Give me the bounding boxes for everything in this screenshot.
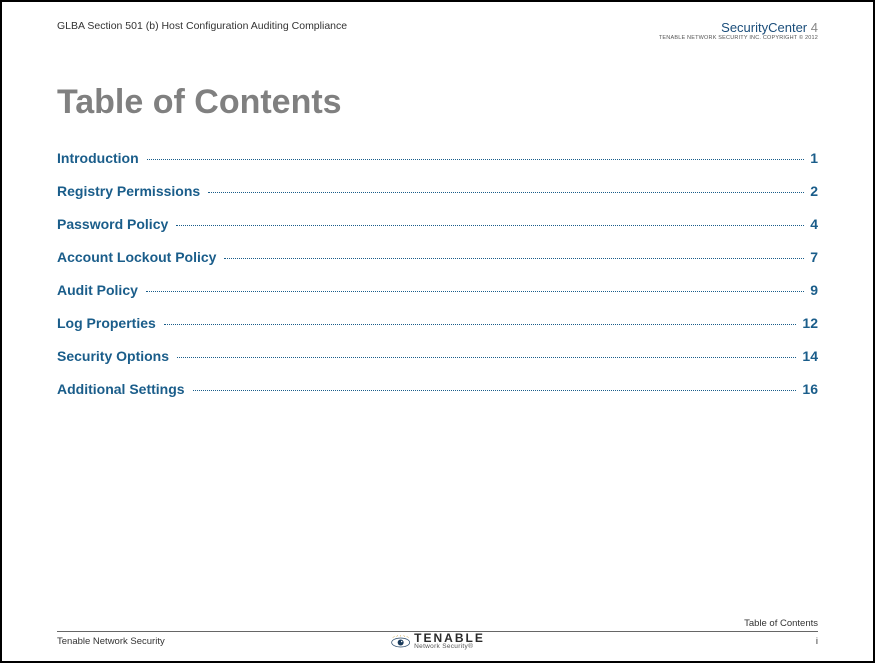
toc-label: Password Policy [57,216,174,232]
toc-leader [177,357,796,358]
page-footer: Table of Contents Tenable Network Securi… [57,618,818,647]
eye-icon [390,635,410,648]
logo-sub: Network Security® [414,644,473,651]
toc-page-number: 14 [798,348,818,364]
toc-label: Log Properties [57,315,162,331]
brand-block: SecurityCenter 4 TENABLE NETWORK SECURIT… [659,20,818,41]
toc-leader [193,390,797,391]
toc-entry[interactable]: Log Properties 12 [57,315,818,331]
page-header: GLBA Section 501 (b) Host Configuration … [57,20,818,41]
toc-page-number: 9 [806,282,818,298]
toc-label: Account Lockout Policy [57,249,222,265]
toc-page-number: 1 [806,150,818,166]
brand-version: 4 [811,20,818,35]
toc-page-number: 2 [806,183,818,199]
toc-entry[interactable]: Additional Settings 16 [57,381,818,397]
toc-page-number: 4 [806,216,818,232]
toc-leader [176,225,804,226]
toc-entry[interactable]: Security Options 14 [57,348,818,364]
toc-label: Security Options [57,348,175,364]
toc-page-number: 12 [798,315,818,331]
toc-entry[interactable]: Account Lockout Policy 7 [57,249,818,265]
toc-entry[interactable]: Registry Permissions 2 [57,183,818,199]
toc-label: Audit Policy [57,282,144,298]
page-title: Table of Contents [57,83,818,122]
toc-leader [164,324,797,325]
toc-label: Introduction [57,150,145,166]
footer-page-number: i [816,636,818,647]
toc-leader [224,258,804,259]
toc-leader [147,159,805,160]
toc-page-number: 16 [798,381,818,397]
toc-entry[interactable]: Introduction 1 [57,150,818,166]
toc-label: Additional Settings [57,381,191,397]
toc-page-number: 7 [806,249,818,265]
footer-company: Tenable Network Security [57,636,165,647]
doc-title: GLBA Section 501 (b) Host Configuration … [57,20,347,32]
footer-logo: TENABLE Network Security® [390,632,485,651]
brand-text: SecurityCenter [721,20,807,35]
toc-entry[interactable]: Audit Policy 9 [57,282,818,298]
footer-section-label: Table of Contents [57,618,818,632]
table-of-contents: Introduction 1 Registry Permissions 2 Passwo… [57,150,818,397]
toc-leader [208,192,804,193]
toc-label: Registry Permissions [57,183,206,199]
brand-name: SecurityCenter 4 [659,20,818,35]
brand-copyright: TENABLE NETWORK SECURITY INC. COPYRIGHT … [659,35,818,41]
toc-leader [146,291,804,292]
toc-entry[interactable]: Password Policy 4 [57,216,818,232]
